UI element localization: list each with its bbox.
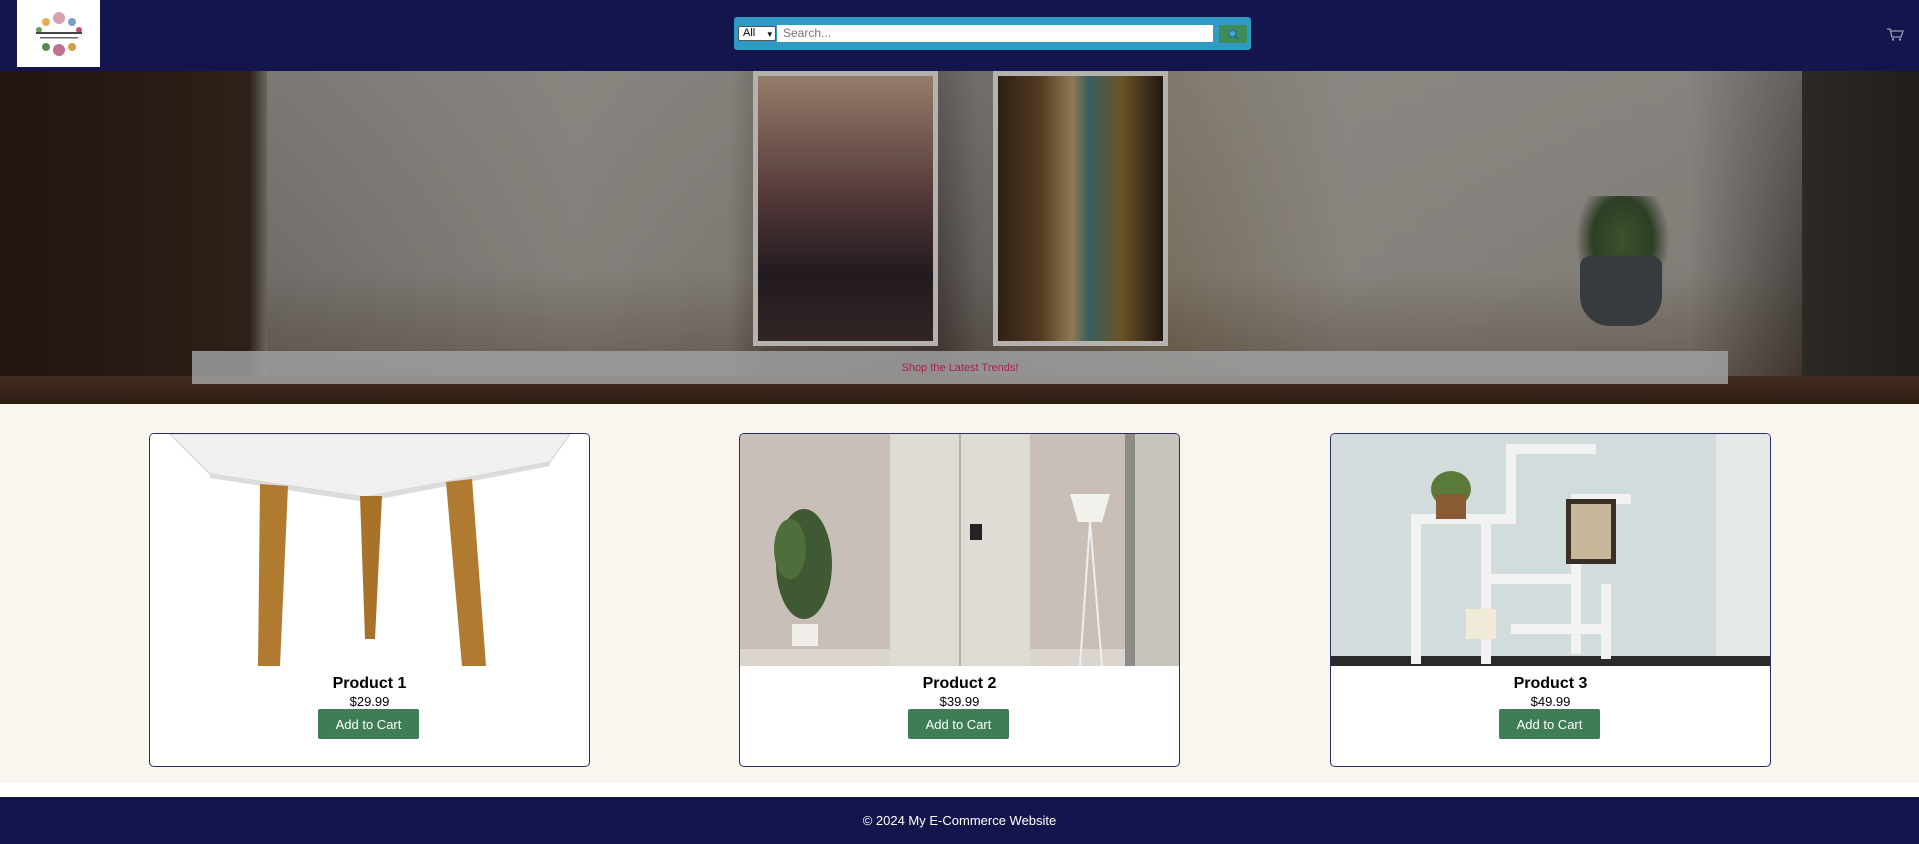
search-icon [1228, 29, 1239, 40]
site-logo[interactable] [17, 0, 100, 67]
site-footer: © 2024 My E-Commerce Website [0, 797, 1919, 844]
add-to-cart-button[interactable]: Add to Cart [318, 709, 419, 739]
product-price: $49.99 [1530, 694, 1571, 709]
add-to-cart-button[interactable]: Add to Cart [908, 709, 1009, 739]
product-name[interactable]: Product 2 [740, 675, 1179, 693]
product-card[interactable]: Product 1 $29.99 Add to Cart [149, 433, 590, 767]
category-select-value: All [743, 27, 756, 39]
cart-icon[interactable] [1886, 26, 1904, 42]
product-card[interactable]: Product 2 $39.99 Add to Cart [739, 433, 1180, 767]
floral-logo-icon [35, 11, 82, 56]
product-image[interactable] [740, 434, 1179, 666]
product-price: $39.99 [939, 694, 980, 709]
add-to-cart-button[interactable]: Add to Cart [1499, 709, 1600, 739]
search-button[interactable] [1219, 25, 1247, 43]
product-image[interactable] [150, 434, 589, 666]
chevron-down-icon: ▾ [767, 29, 772, 39]
hero-section: Shop the Latest Trends! [0, 71, 1919, 404]
category-select[interactable]: All ▾ [738, 26, 776, 41]
product-card[interactable]: Product 3 $49.99 Add to Cart [1330, 433, 1771, 767]
hero-banner[interactable]: Shop the Latest Trends! [192, 351, 1728, 384]
footer-copyright: © 2024 My E-Commerce Website [862, 813, 1057, 828]
site-header: All ▾ Search... [0, 0, 1919, 71]
search-bar: All ▾ Search... [734, 17, 1251, 50]
product-name[interactable]: Product 1 [150, 675, 589, 693]
product-grid: Product 1 $29.99 Add to Cart Product 2 $… [0, 404, 1919, 783]
product-image[interactable] [1331, 434, 1770, 666]
product-price: $29.99 [349, 694, 390, 709]
product-name[interactable]: Product 3 [1331, 675, 1770, 693]
search-input[interactable]: Search... [777, 25, 1213, 42]
